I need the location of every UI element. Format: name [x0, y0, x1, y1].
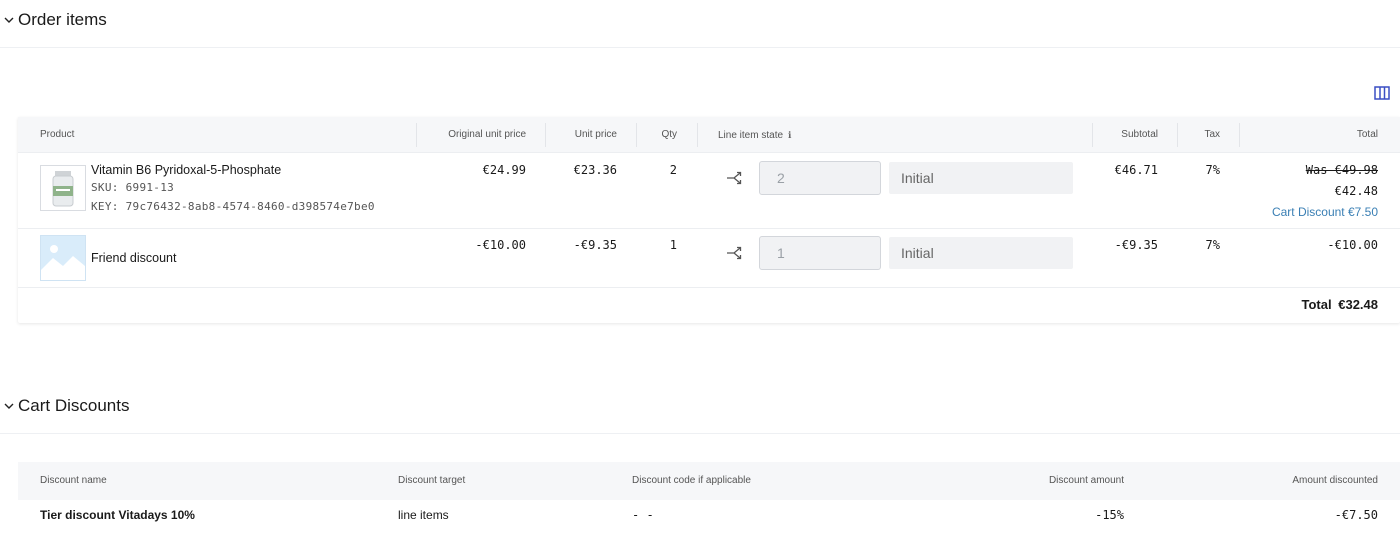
total: €42.48: [1334, 184, 1378, 198]
table-header: Product Original unit price Unit price Q…: [18, 117, 1400, 153]
subtotal: -€9.35: [1114, 238, 1158, 252]
product-key: KEY: 79c76432-8ab8-4574-8460-d398574e7be…: [91, 200, 375, 213]
col-separator: [636, 123, 637, 147]
col-discount-name[interactable]: Discount name: [40, 462, 107, 500]
was-total: Was €49.98: [1305, 163, 1378, 177]
col-subtotal[interactable]: Subtotal: [1096, 117, 1158, 153]
discount-name[interactable]: Tier discount Vitadays 10%: [40, 508, 195, 522]
col-amount-discounted[interactable]: Amount discounted: [1178, 462, 1378, 500]
section-divider: [0, 433, 1400, 434]
image-placeholder-icon[interactable]: [40, 235, 86, 281]
col-separator: [697, 123, 698, 147]
row-divider: [18, 228, 1400, 229]
grand-total-value: €32.48: [1338, 297, 1378, 312]
qty-input[interactable]: [759, 161, 881, 195]
col-unit-price[interactable]: Unit price: [548, 117, 617, 153]
col-separator: [545, 123, 546, 147]
discount-amount: -15%: [1095, 508, 1124, 522]
unit-price: -€9.35: [573, 238, 617, 252]
col-separator: [416, 123, 417, 147]
cart-discount-link[interactable]: Cart Discount €7.50: [1178, 205, 1378, 219]
discount-target: line items: [398, 508, 449, 522]
unit-price: €23.36: [573, 163, 617, 177]
col-original-unit-price[interactable]: Original unit price: [418, 117, 526, 153]
col-discount-target[interactable]: Discount target: [398, 462, 465, 500]
product-name[interactable]: Friend discount: [91, 251, 176, 265]
split-icon[interactable]: [726, 246, 744, 260]
amount-discounted: -€7.50: [1334, 508, 1378, 522]
grand-total: Total €32.48: [1178, 297, 1378, 312]
table-header: Discount name Discount target Discount c…: [18, 462, 1400, 500]
original-unit-price: -€10.00: [475, 238, 526, 252]
grand-total-label: Total: [1301, 297, 1332, 312]
col-discount-code[interactable]: Discount code if applicable: [632, 462, 751, 500]
line-item-state[interactable]: Initial: [889, 162, 1073, 194]
line-item-state[interactable]: Initial: [889, 237, 1073, 269]
col-line-item-state-label: Line item state: [718, 130, 784, 141]
col-product[interactable]: Product: [40, 117, 74, 153]
col-separator: [1177, 123, 1178, 147]
col-line-item-state[interactable]: Line item state ℹ: [718, 117, 791, 153]
product-thumbnail[interactable]: [40, 165, 86, 211]
col-total[interactable]: Total: [1242, 117, 1378, 153]
cart-discounts-header[interactable]: Cart Discounts: [0, 396, 129, 416]
col-tax[interactable]: Tax: [1180, 117, 1220, 153]
original-unit-price: €24.99: [482, 163, 526, 177]
qty: 2: [669, 163, 677, 177]
order-items-table: Product Original unit price Unit price Q…: [18, 117, 1400, 323]
discount-code: - -: [632, 508, 654, 522]
order-items-header[interactable]: Order items: [0, 10, 107, 30]
col-separator: [1092, 123, 1093, 147]
product-sku: SKU: 6991-13: [91, 181, 175, 194]
columns-icon[interactable]: [1372, 84, 1392, 102]
order-items-title: Order items: [18, 10, 107, 29]
row-divider: [18, 287, 1400, 288]
col-separator: [1239, 123, 1240, 147]
split-icon[interactable]: [726, 171, 744, 185]
chevron-down-icon[interactable]: [0, 396, 18, 416]
tax: 7%: [1205, 163, 1220, 177]
chevron-down-icon[interactable]: [0, 10, 18, 30]
total: -€10.00: [1327, 238, 1378, 252]
section-divider: [0, 47, 1400, 48]
qty: 1: [669, 238, 677, 252]
product-name[interactable]: Vitamin B6 Pyridoxal-5-Phosphate: [91, 163, 281, 177]
col-qty[interactable]: Qty: [638, 117, 677, 153]
col-discount-amount[interactable]: Discount amount: [968, 462, 1124, 500]
subtotal: €46.71: [1114, 163, 1158, 177]
cart-discounts-table: Discount name Discount target Discount c…: [18, 462, 1400, 533]
info-icon[interactable]: ℹ: [788, 130, 791, 140]
tax: 7%: [1205, 238, 1220, 252]
cart-discounts-title: Cart Discounts: [18, 396, 130, 415]
qty-input[interactable]: [759, 236, 881, 270]
